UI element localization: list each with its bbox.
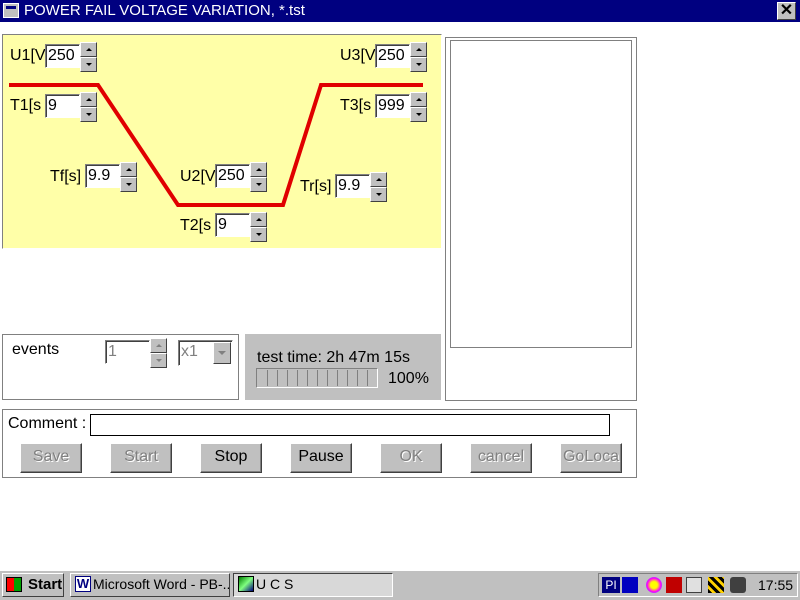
tray-pi-icon[interactable]: PI [602,577,620,593]
title-bar[interactable]: POWER FAIL VOLTAGE VARIATION, *.tst ✕ [0,0,800,22]
start-button[interactable]: Start [110,443,172,473]
u2-label: U2[V [180,168,216,185]
u1-input[interactable]: 250 [45,44,80,68]
t3-spinner[interactable] [410,92,427,122]
close-icon: ✕ [779,2,794,19]
test-time-text: test time: 2h 47m 15s [257,349,410,366]
t2-input[interactable]: 9 [215,213,250,237]
window-title: POWER FAIL VOLTAGE VARIATION, *.tst [24,2,305,19]
u3-input[interactable]: 250 [375,44,410,68]
spin-down-icon[interactable] [120,177,137,192]
spin-up-icon[interactable] [80,92,97,107]
comment-label: Comment : [8,415,87,432]
u3-spinner[interactable] [410,42,427,72]
window-icon[interactable] [3,3,19,18]
spin-up-icon[interactable] [80,42,97,57]
tf-spinner[interactable] [120,162,137,192]
spin-up-icon[interactable] [250,212,267,227]
spin-down-icon[interactable] [80,57,97,72]
events-count-input[interactable]: 1 [105,340,150,364]
spin-up-icon[interactable] [410,42,427,57]
spin-down-icon[interactable] [370,187,387,202]
spin-down-icon[interactable] [410,57,427,72]
tr-input[interactable]: 9.9 [335,174,370,198]
t3-label: T3[s [340,97,372,114]
t2-label: T2[s [180,217,212,234]
task-word[interactable]: Microsoft Word - PB-... [70,573,230,597]
tf-label: Tf[s] [50,168,82,185]
spin-up-icon[interactable] [250,162,267,177]
save-button[interactable]: Save [20,443,82,473]
windows-logo-icon [6,577,22,592]
spin-down-icon[interactable] [410,107,427,122]
taskbar-clock: 17:55 [758,577,794,593]
progress-bar [256,368,378,388]
spin-up-icon[interactable] [120,162,137,177]
ucs-app-icon [238,576,254,592]
word-icon: W [75,576,91,592]
u2-spinner[interactable] [250,162,267,192]
t2-spinner[interactable] [250,212,267,242]
tf-input[interactable]: 9.9 [85,164,120,188]
spin-up-icon[interactable] [410,92,427,107]
tray-scan-icon[interactable] [622,577,638,593]
spin-down-icon[interactable] [250,227,267,242]
u2-input[interactable]: 250 [215,164,250,188]
comment-input[interactable] [90,414,610,436]
tray-color-icon[interactable] [646,577,662,593]
close-button[interactable]: ✕ [777,2,796,20]
cancel-button[interactable]: cancel [470,443,532,473]
spin-down-icon[interactable] [150,353,167,368]
side-list-box[interactable] [450,40,632,348]
spin-down-icon[interactable] [80,107,97,122]
progress-percent: 100% [388,370,429,387]
tray-red-icon[interactable] [666,577,682,593]
progress-bar-fill [258,370,376,386]
tray-keyboard-icon[interactable] [686,577,702,593]
progress-panel [245,334,441,400]
tray-warning-icon[interactable] [708,577,724,593]
stop-button[interactable]: Stop [200,443,262,473]
ok-button[interactable]: OK [380,443,442,473]
spin-down-icon[interactable] [250,177,267,192]
u1-spinner[interactable] [80,42,97,72]
u1-label: U1[V [10,47,46,64]
t3-input[interactable]: 999 [375,94,410,118]
golocal-button[interactable]: GoLoca [560,443,622,473]
tr-label: Tr[s] [300,178,332,195]
pause-button[interactable]: Pause [290,443,352,473]
u3-label: U3[V [340,47,376,64]
spin-up-icon[interactable] [370,172,387,187]
t1-spinner[interactable] [80,92,97,122]
t1-label: T1[s [10,97,42,114]
chevron-down-icon[interactable] [213,342,231,364]
tray-camera-icon[interactable] [730,577,746,593]
t1-input[interactable]: 9 [45,94,80,118]
spin-up-icon[interactable] [150,338,167,353]
task-ucs[interactable]: U C S [233,573,393,597]
events-spinner[interactable] [150,338,167,368]
events-label: events [12,341,60,358]
tr-spinner[interactable] [370,172,387,202]
